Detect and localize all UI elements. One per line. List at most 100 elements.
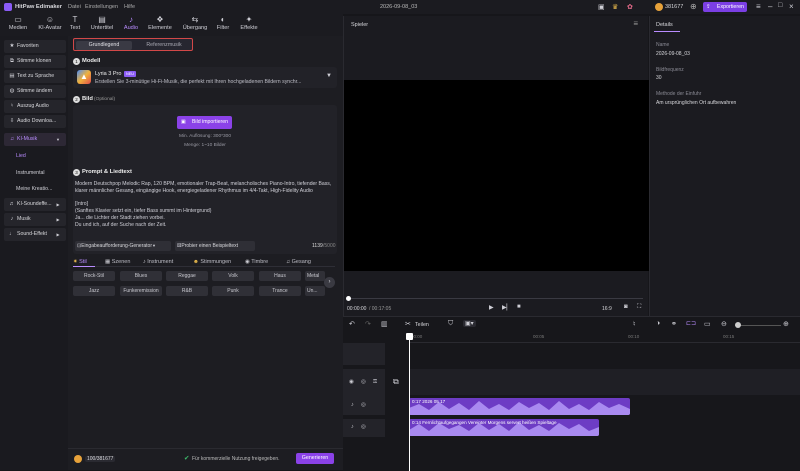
sidebar-item-stimme-aendern[interactable]: ◍ Stimme ändern	[4, 85, 66, 98]
sidebar-item-text-zu-sprache[interactable]: ▤ Text zu Sprache	[4, 70, 66, 83]
style-chip-blues[interactable]: Blues	[120, 271, 162, 281]
sidebar-sub-instrumental[interactable]: Instrumental	[16, 170, 45, 176]
delete-icon[interactable]: ▥	[381, 320, 388, 328]
crop-icon[interactable]: ▣▾	[463, 320, 476, 327]
tab-gesang[interactable]: ♫ Gesang	[286, 259, 311, 265]
coin-icon[interactable]	[655, 3, 663, 11]
tool-untertitel[interactable]: ▤ Untertitel	[86, 15, 118, 35]
style-chip-jazz[interactable]: Jazz	[73, 286, 115, 296]
zoom-out-icon[interactable]: ⊖	[721, 320, 727, 328]
save-icon[interactable]: ▣	[598, 3, 605, 11]
audio-clip-1[interactable]: 0:17 2026 05 17	[409, 398, 630, 415]
video-preview[interactable]	[344, 80, 649, 271]
tool-filter[interactable]: ◐ Filter	[212, 15, 234, 35]
maximize-icon[interactable]: □	[778, 2, 782, 9]
menu-hilfe[interactable]: Hilfe	[124, 4, 135, 10]
model-selector[interactable]: ▲ Lyria 3 Pro NEU Erstellen Sie 3-minüti…	[73, 67, 337, 88]
style-chip-metal[interactable]: Metal	[305, 271, 325, 281]
audio-clip-2[interactable]: 0:14 Fernlichtaufgegangen Vereinter Morg…	[409, 419, 599, 436]
track-eye-icon[interactable]: ◎	[361, 402, 366, 408]
prompt-textarea[interactable]: Modern Deutschpop Melodic Rap, 120 BPM, …	[75, 181, 333, 238]
prompt-generator-dropdown[interactable]: ⊡Eingabeaufforderung-Generator ▼	[75, 241, 171, 251]
sidebar-item-ki-soundeffekt[interactable]: ♬ KI-Soundeffe... ▶	[4, 198, 66, 211]
link-icon[interactable]: ⚭	[671, 320, 677, 328]
tool-medien[interactable]: ▭ Medien	[4, 15, 32, 35]
mic-record-icon[interactable]: ♮	[633, 320, 636, 328]
playhead-dot[interactable]	[346, 296, 351, 301]
play-icon[interactable]: ▶	[489, 304, 494, 311]
sidebar-item-ki-musik[interactable]: ♫ KI-Musik ▼	[4, 133, 66, 146]
snap-icon[interactable]: ⊏⊐	[686, 320, 696, 327]
style-chip-rnb[interactable]: R&B	[166, 286, 208, 296]
example-text-button[interactable]: ⚄Probier einen Beispieltext	[175, 241, 255, 251]
timeline-ruler[interactable]	[409, 333, 800, 343]
tab-stil[interactable]: ✷ Stil	[73, 259, 87, 265]
music-note-icon[interactable]: ♪	[351, 424, 354, 430]
next-frame-icon[interactable]: ▶▏	[502, 304, 511, 311]
style-chip-trance[interactable]: Trance	[259, 286, 301, 296]
add-credits-icon[interactable]: ⊕	[690, 2, 697, 11]
minimize-icon[interactable]: –	[768, 2, 772, 11]
tool-effekte[interactable]: ✦ Effekte	[236, 15, 262, 35]
tab-referenzmusik[interactable]: Referenzmusik	[136, 41, 192, 50]
menu-datei[interactable]: Datei	[68, 4, 81, 10]
style-chip-punk[interactable]: Punk	[212, 286, 254, 296]
redo-icon[interactable]: ↷	[365, 320, 371, 328]
player-menu-icon[interactable]: ≡	[633, 19, 638, 28]
sidebar-item-musik[interactable]: ♪ Musik ▶	[4, 213, 66, 226]
generate-button[interactable]: Generieren	[296, 453, 334, 464]
add-media-icon[interactable]: ⧉	[393, 377, 399, 387]
tab-grundlegend[interactable]: Grundlegend	[76, 40, 132, 50]
sidebar-item-stimme-klonen[interactable]: ⧉ Stimme klonen	[4, 55, 66, 68]
sidebar-item-audio-download[interactable]: ⇩ Audio Downloa...	[4, 115, 66, 128]
audio-toggle-icon[interactable]: ◑	[656, 320, 660, 327]
shield-icon[interactable]: ⛉	[448, 320, 453, 328]
tab-timbre[interactable]: ◉ Timbre	[245, 259, 268, 265]
export-button[interactable]: ⇪ Exportieren	[703, 2, 747, 12]
timeline-playhead[interactable]	[409, 333, 410, 471]
style-chip-reggae[interactable]: Reggae	[166, 271, 208, 281]
tool-elemente[interactable]: ❖ Elemente	[145, 15, 175, 35]
snapshot-icon[interactable]: ◙	[624, 304, 628, 310]
playhead-handle[interactable]	[406, 333, 413, 340]
fullscreen-icon[interactable]: ⛶	[637, 304, 641, 311]
style-chip-funk[interactable]: Funkeremission	[120, 286, 162, 296]
split-icon[interactable]: ✂	[405, 320, 411, 328]
sidebar-item-favoriten[interactable]: ★ Favoriten	[4, 40, 66, 53]
fullstop-icon[interactable]: ■	[517, 304, 521, 310]
track-visible-icon[interactable]: ◉	[349, 379, 354, 385]
zoom-slider-knob[interactable]	[735, 322, 741, 328]
undo-icon[interactable]: ↶	[349, 320, 355, 328]
zoom-in-icon[interactable]: ⊕	[783, 320, 789, 328]
menu-icon[interactable]: ≡	[756, 2, 761, 11]
sidebar-sub-lied[interactable]: Lied	[16, 153, 26, 159]
close-icon[interactable]: ×	[789, 2, 794, 11]
playback-progress[interactable]	[348, 298, 643, 299]
style-chip-more[interactable]: Un...	[305, 286, 325, 296]
tab-instrument[interactable]: ♪ Instrument	[143, 259, 173, 265]
main-track-lane[interactable]	[409, 369, 800, 395]
crown-icon[interactable]: ♛	[612, 3, 618, 11]
track-eye-icon[interactable]: ◎	[361, 424, 366, 430]
style-chip-volk[interactable]: Volk	[212, 271, 254, 281]
tool-uebergang[interactable]: ⇆ Übergang	[179, 15, 211, 35]
gift-icon[interactable]: ✿	[627, 3, 633, 11]
aspect-ratio[interactable]: 16:9	[602, 306, 612, 312]
tab-stimmungen[interactable]: ☻ Stimmungen	[193, 259, 231, 265]
details-tab[interactable]: Details	[656, 22, 673, 28]
menu-einstellungen[interactable]: Einstellungen	[85, 4, 118, 10]
import-image-button[interactable]: ▣ Bild importieren	[177, 116, 232, 129]
music-note-icon[interactable]: ♪	[351, 402, 354, 408]
track-lock-icon[interactable]: ⚿	[373, 379, 377, 386]
zoom-slider[interactable]	[735, 325, 781, 326]
sidebar-item-auszug-audio[interactable]: ♮ Auszug Audio	[4, 100, 66, 113]
tool-ki-avatar[interactable]: ☺ KI-Avatar	[34, 15, 66, 35]
sidebar-sub-meine-kreationen[interactable]: Meine Kreatio...	[16, 186, 52, 192]
style-chip-haus[interactable]: Haus	[259, 271, 301, 281]
split-label[interactable]: Teilen	[415, 322, 429, 328]
track-eye-icon[interactable]: ◎	[361, 379, 366, 385]
style-chip-rock[interactable]: Rock-Stil	[73, 271, 115, 281]
tool-audio[interactable]: ♪ Audio	[120, 15, 142, 35]
sidebar-item-sound-effekt[interactable]: ♩ Sound-Effekt ▶	[4, 228, 66, 241]
scroll-right-icon[interactable]: ›	[324, 277, 335, 288]
